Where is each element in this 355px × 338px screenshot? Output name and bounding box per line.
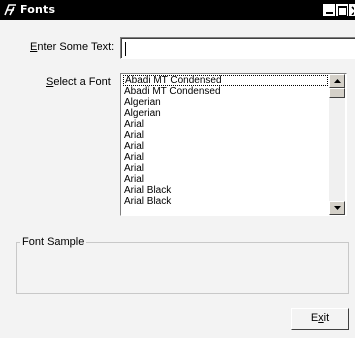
text-input-field[interactable] <box>120 37 355 59</box>
fonts-window: Fonts Enter Some Text: Select a Font Aba… <box>0 0 355 338</box>
font-select-label-rest: elect a Font <box>53 76 111 88</box>
maximize-icon[interactable] <box>336 4 348 16</box>
scroll-down-button[interactable] <box>329 201 345 215</box>
window-title: Fonts <box>20 3 56 16</box>
exit-label-post: it <box>323 312 330 324</box>
font-list-item[interactable]: Abadi MT Condensed <box>123 75 328 86</box>
font-list-items: Abadi MT Condensed Abadi MT Condensed Alge… <box>123 75 328 214</box>
font-listbox[interactable]: Abadi MT Condensed Abadi MT Condensed Alge… <box>120 73 347 216</box>
font-sample-group <box>16 242 349 294</box>
minimize-icon[interactable] <box>323 4 335 16</box>
font-list-item[interactable]: Arial <box>123 141 328 152</box>
font-list-item[interactable]: Arial <box>123 130 328 141</box>
font-list-item[interactable]: Arial Black <box>123 196 328 207</box>
font-sample-text <box>23 253 342 287</box>
text-input-label: Enter Some Text: <box>30 41 114 53</box>
scroll-up-button[interactable] <box>329 74 345 88</box>
font-list-item[interactable]: Arial Black <box>123 185 328 196</box>
arrow-up-icon <box>334 79 341 83</box>
text-input-inner <box>121 38 355 58</box>
font-list-item[interactable]: Arial <box>123 174 328 185</box>
exit-button[interactable]: Exit <box>291 308 349 330</box>
font-select-label: Select a Font <box>46 76 111 88</box>
font-app-icon <box>4 3 18 17</box>
close-icon[interactable] <box>349 4 355 16</box>
font-list-scrollbar[interactable] <box>329 74 345 215</box>
font-list-item[interactable]: Algerian <box>123 108 328 119</box>
font-sample-label: Font Sample <box>20 236 87 248</box>
font-list-item[interactable]: Algerian <box>123 97 328 108</box>
text-input-label-rest: nter Some Text: <box>37 41 115 53</box>
font-list-item[interactable]: Arial <box>123 119 328 130</box>
scroll-thumb[interactable] <box>329 88 345 98</box>
font-list-item[interactable]: Abadi MT Condensed <box>123 86 328 97</box>
text-caret <box>125 42 126 56</box>
font-list-item[interactable]: Arial <box>123 152 328 163</box>
font-list-item[interactable]: Arial <box>123 163 328 174</box>
arrow-down-icon <box>334 206 341 210</box>
title-bar[interactable]: Fonts <box>0 0 355 20</box>
